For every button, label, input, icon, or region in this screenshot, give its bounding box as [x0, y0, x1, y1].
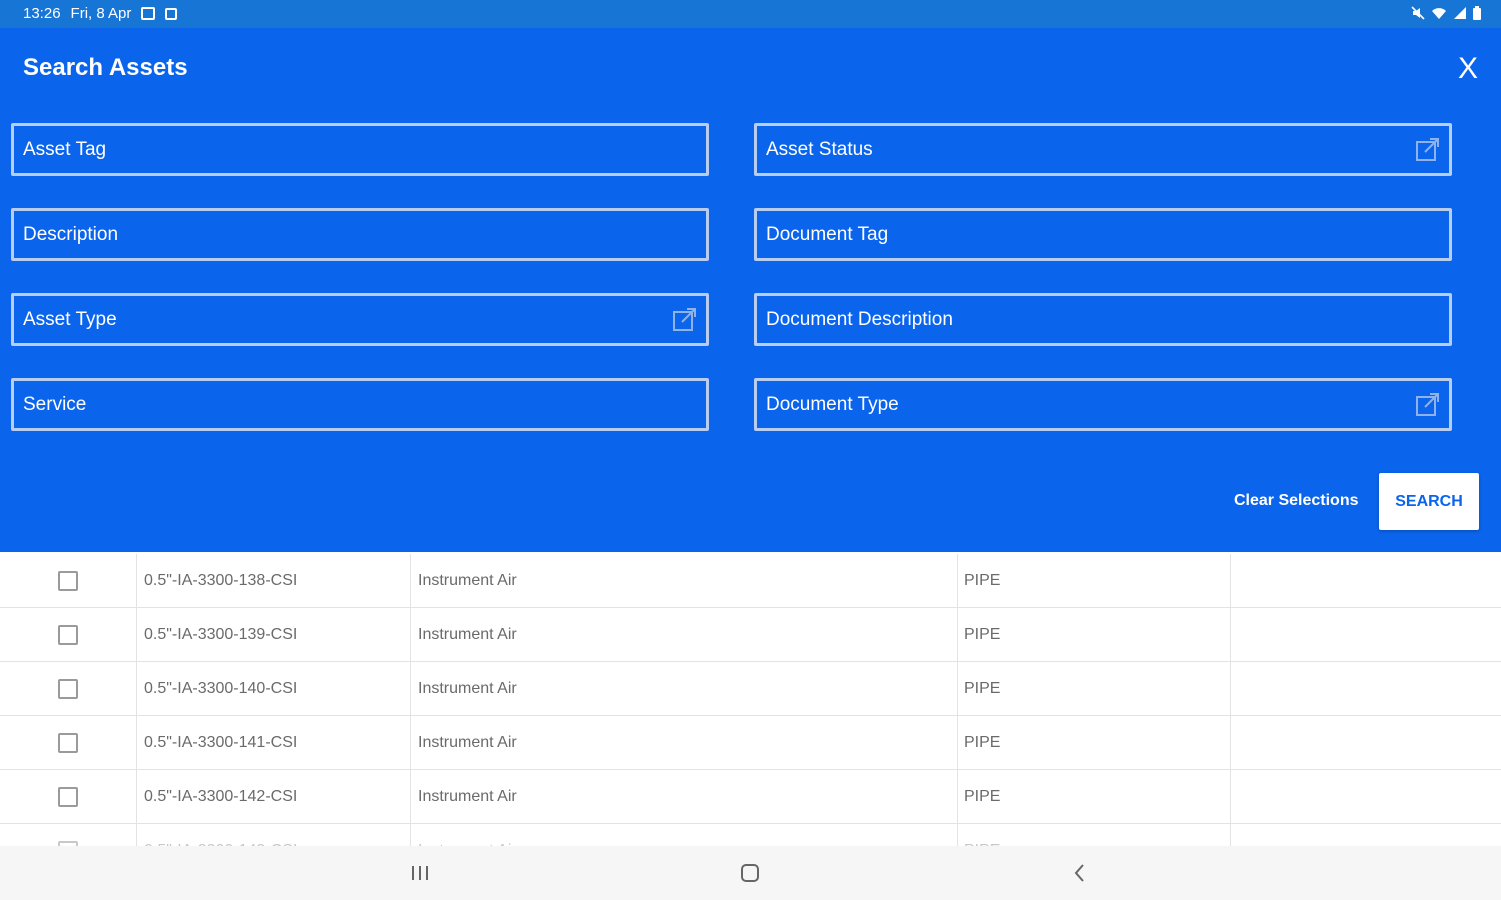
- checkbox-cell: [0, 554, 137, 608]
- checkbox-cell: [0, 662, 137, 716]
- empty-cell: [1231, 608, 1501, 662]
- table-row[interactable]: 0.5"-IA-3300-143-CSI Instrument Air PIPE: [0, 824, 1501, 846]
- asset-type-field[interactable]: Asset Type: [11, 293, 709, 346]
- field-label: Asset Status: [766, 138, 873, 160]
- field-label: Document Type: [766, 393, 899, 415]
- search-button[interactable]: SEARCH: [1379, 473, 1479, 530]
- row-checkbox[interactable]: [58, 679, 78, 699]
- asset-tag-cell: 0.5"-IA-3300-140-CSI: [137, 662, 411, 716]
- dialog-title: Search Assets: [23, 54, 188, 81]
- search-assets-panel: Search Assets X Asset Tag Description As…: [0, 28, 1501, 552]
- document-tag-field[interactable]: Document Tag: [754, 208, 1452, 261]
- calendar-icon: [141, 7, 156, 20]
- status-bar: 13:26 Fri, 8 Apr: [0, 0, 1501, 28]
- field-label: Asset Type: [23, 308, 117, 330]
- empty-cell: [1231, 554, 1501, 608]
- table-row[interactable]: 0.5"-IA-3300-142-CSI Instrument Air PIPE: [0, 770, 1501, 824]
- field-label: Service: [23, 393, 87, 415]
- field-label: Asset Tag: [23, 138, 107, 160]
- status-right: [1411, 6, 1481, 24]
- service-cell: Instrument Air: [411, 662, 958, 716]
- asset-tag-cell: 0.5"-IA-3300-142-CSI: [137, 770, 411, 824]
- lookup-icon[interactable]: [1415, 136, 1441, 162]
- row-checkbox[interactable]: [58, 787, 78, 807]
- asset-tag-cell: 0.5"-IA-3300-138-CSI: [137, 554, 411, 608]
- close-button[interactable]: X: [1453, 52, 1483, 86]
- checkbox-cell: [0, 716, 137, 770]
- checkbox-cell: [0, 608, 137, 662]
- results-table: 0.5"-IA-3300-138-CSI Instrument Air PIPE…: [0, 552, 1501, 846]
- signal-icon: [1453, 6, 1467, 24]
- asset-tag-cell: 0.5"-IA-3300-139-CSI: [137, 608, 411, 662]
- battery-icon: [1473, 6, 1481, 24]
- asset-tag-field[interactable]: Asset Tag: [11, 123, 709, 176]
- asset-type-cell: PIPE: [958, 770, 1231, 824]
- table-row[interactable]: 0.5"-IA-3300-141-CSI Instrument Air PIPE: [0, 716, 1501, 770]
- asset-type-cell: PIPE: [958, 824, 1231, 846]
- mute-icon: [1411, 6, 1425, 24]
- row-checkbox[interactable]: [58, 625, 78, 645]
- asset-type-cell: PIPE: [958, 662, 1231, 716]
- document-type-field[interactable]: Document Type: [754, 378, 1452, 431]
- document-description-field[interactable]: Document Description: [754, 293, 1452, 346]
- message-icon: [165, 7, 178, 20]
- asset-status-field[interactable]: Asset Status: [754, 123, 1452, 176]
- row-checkbox[interactable]: [58, 571, 78, 591]
- field-label: Document Tag: [766, 223, 889, 245]
- home-icon[interactable]: [735, 860, 765, 886]
- clear-selections-button[interactable]: Clear Selections: [1234, 492, 1359, 510]
- field-label: Document Description: [766, 308, 953, 330]
- description-field[interactable]: Description: [11, 208, 709, 261]
- asset-tag-cell: 0.5"-IA-3300-141-CSI: [137, 716, 411, 770]
- empty-cell: [1231, 824, 1501, 846]
- service-cell: Instrument Air: [411, 554, 958, 608]
- field-label: Description: [23, 223, 119, 245]
- navigation-bar: [0, 846, 1501, 900]
- service-cell: Instrument Air: [411, 608, 958, 662]
- checkbox-cell: [0, 770, 137, 824]
- status-date: Fri, 8 Apr: [70, 5, 132, 22]
- asset-type-cell: PIPE: [958, 716, 1231, 770]
- empty-cell: [1231, 716, 1501, 770]
- empty-cell: [1231, 770, 1501, 824]
- table-row[interactable]: 0.5"-IA-3300-138-CSI Instrument Air PIPE: [0, 554, 1501, 608]
- service-cell: Instrument Air: [411, 716, 958, 770]
- asset-tag-cell: 0.5"-IA-3300-143-CSI: [137, 824, 411, 846]
- checkbox-cell: [0, 824, 137, 846]
- recent-apps-icon[interactable]: [405, 860, 435, 886]
- empty-cell: [1231, 662, 1501, 716]
- table-row[interactable]: 0.5"-IA-3300-140-CSI Instrument Air PIPE: [0, 662, 1501, 716]
- wifi-icon: [1431, 6, 1447, 24]
- service-cell: Instrument Air: [411, 770, 958, 824]
- back-icon[interactable]: [1065, 860, 1095, 886]
- table-row[interactable]: 0.5"-IA-3300-139-CSI Instrument Air PIPE: [0, 608, 1501, 662]
- service-cell: Instrument Air: [411, 824, 958, 846]
- asset-type-cell: PIPE: [958, 608, 1231, 662]
- row-checkbox[interactable]: [58, 733, 78, 753]
- service-field[interactable]: Service: [11, 378, 709, 431]
- asset-type-cell: PIPE: [958, 554, 1231, 608]
- lookup-icon[interactable]: [1415, 391, 1441, 417]
- lookup-icon[interactable]: [672, 306, 698, 332]
- status-time: 13:26: [23, 5, 61, 22]
- status-left: 13:26 Fri, 8 Apr: [23, 5, 178, 22]
